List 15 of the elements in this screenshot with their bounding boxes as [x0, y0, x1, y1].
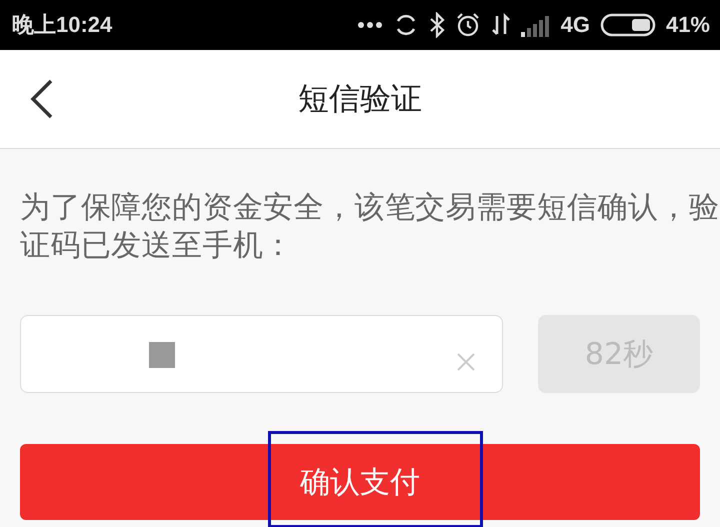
network-type: 4G	[560, 12, 590, 38]
verification-message: 为了保障您的资金安全，该笔交易需要短信确认，验证码已发送至手机：	[20, 189, 720, 265]
battery-percent: 41%	[666, 12, 710, 38]
battery-icon	[600, 13, 656, 37]
bluetooth-icon	[428, 12, 445, 38]
confirm-pay-button[interactable]: 确认支付	[20, 444, 700, 520]
clear-icon[interactable]	[456, 352, 476, 372]
more-dots-icon	[356, 21, 383, 29]
clock-time: 晚上10:24	[12, 11, 112, 39]
alarm-clock-icon	[454, 12, 481, 38]
redaction-mark	[149, 342, 175, 368]
signal-icon	[520, 13, 551, 37]
code-input-field[interactable]	[20, 315, 503, 393]
page-title: 短信验证	[298, 80, 422, 119]
back-icon[interactable]	[30, 79, 54, 119]
